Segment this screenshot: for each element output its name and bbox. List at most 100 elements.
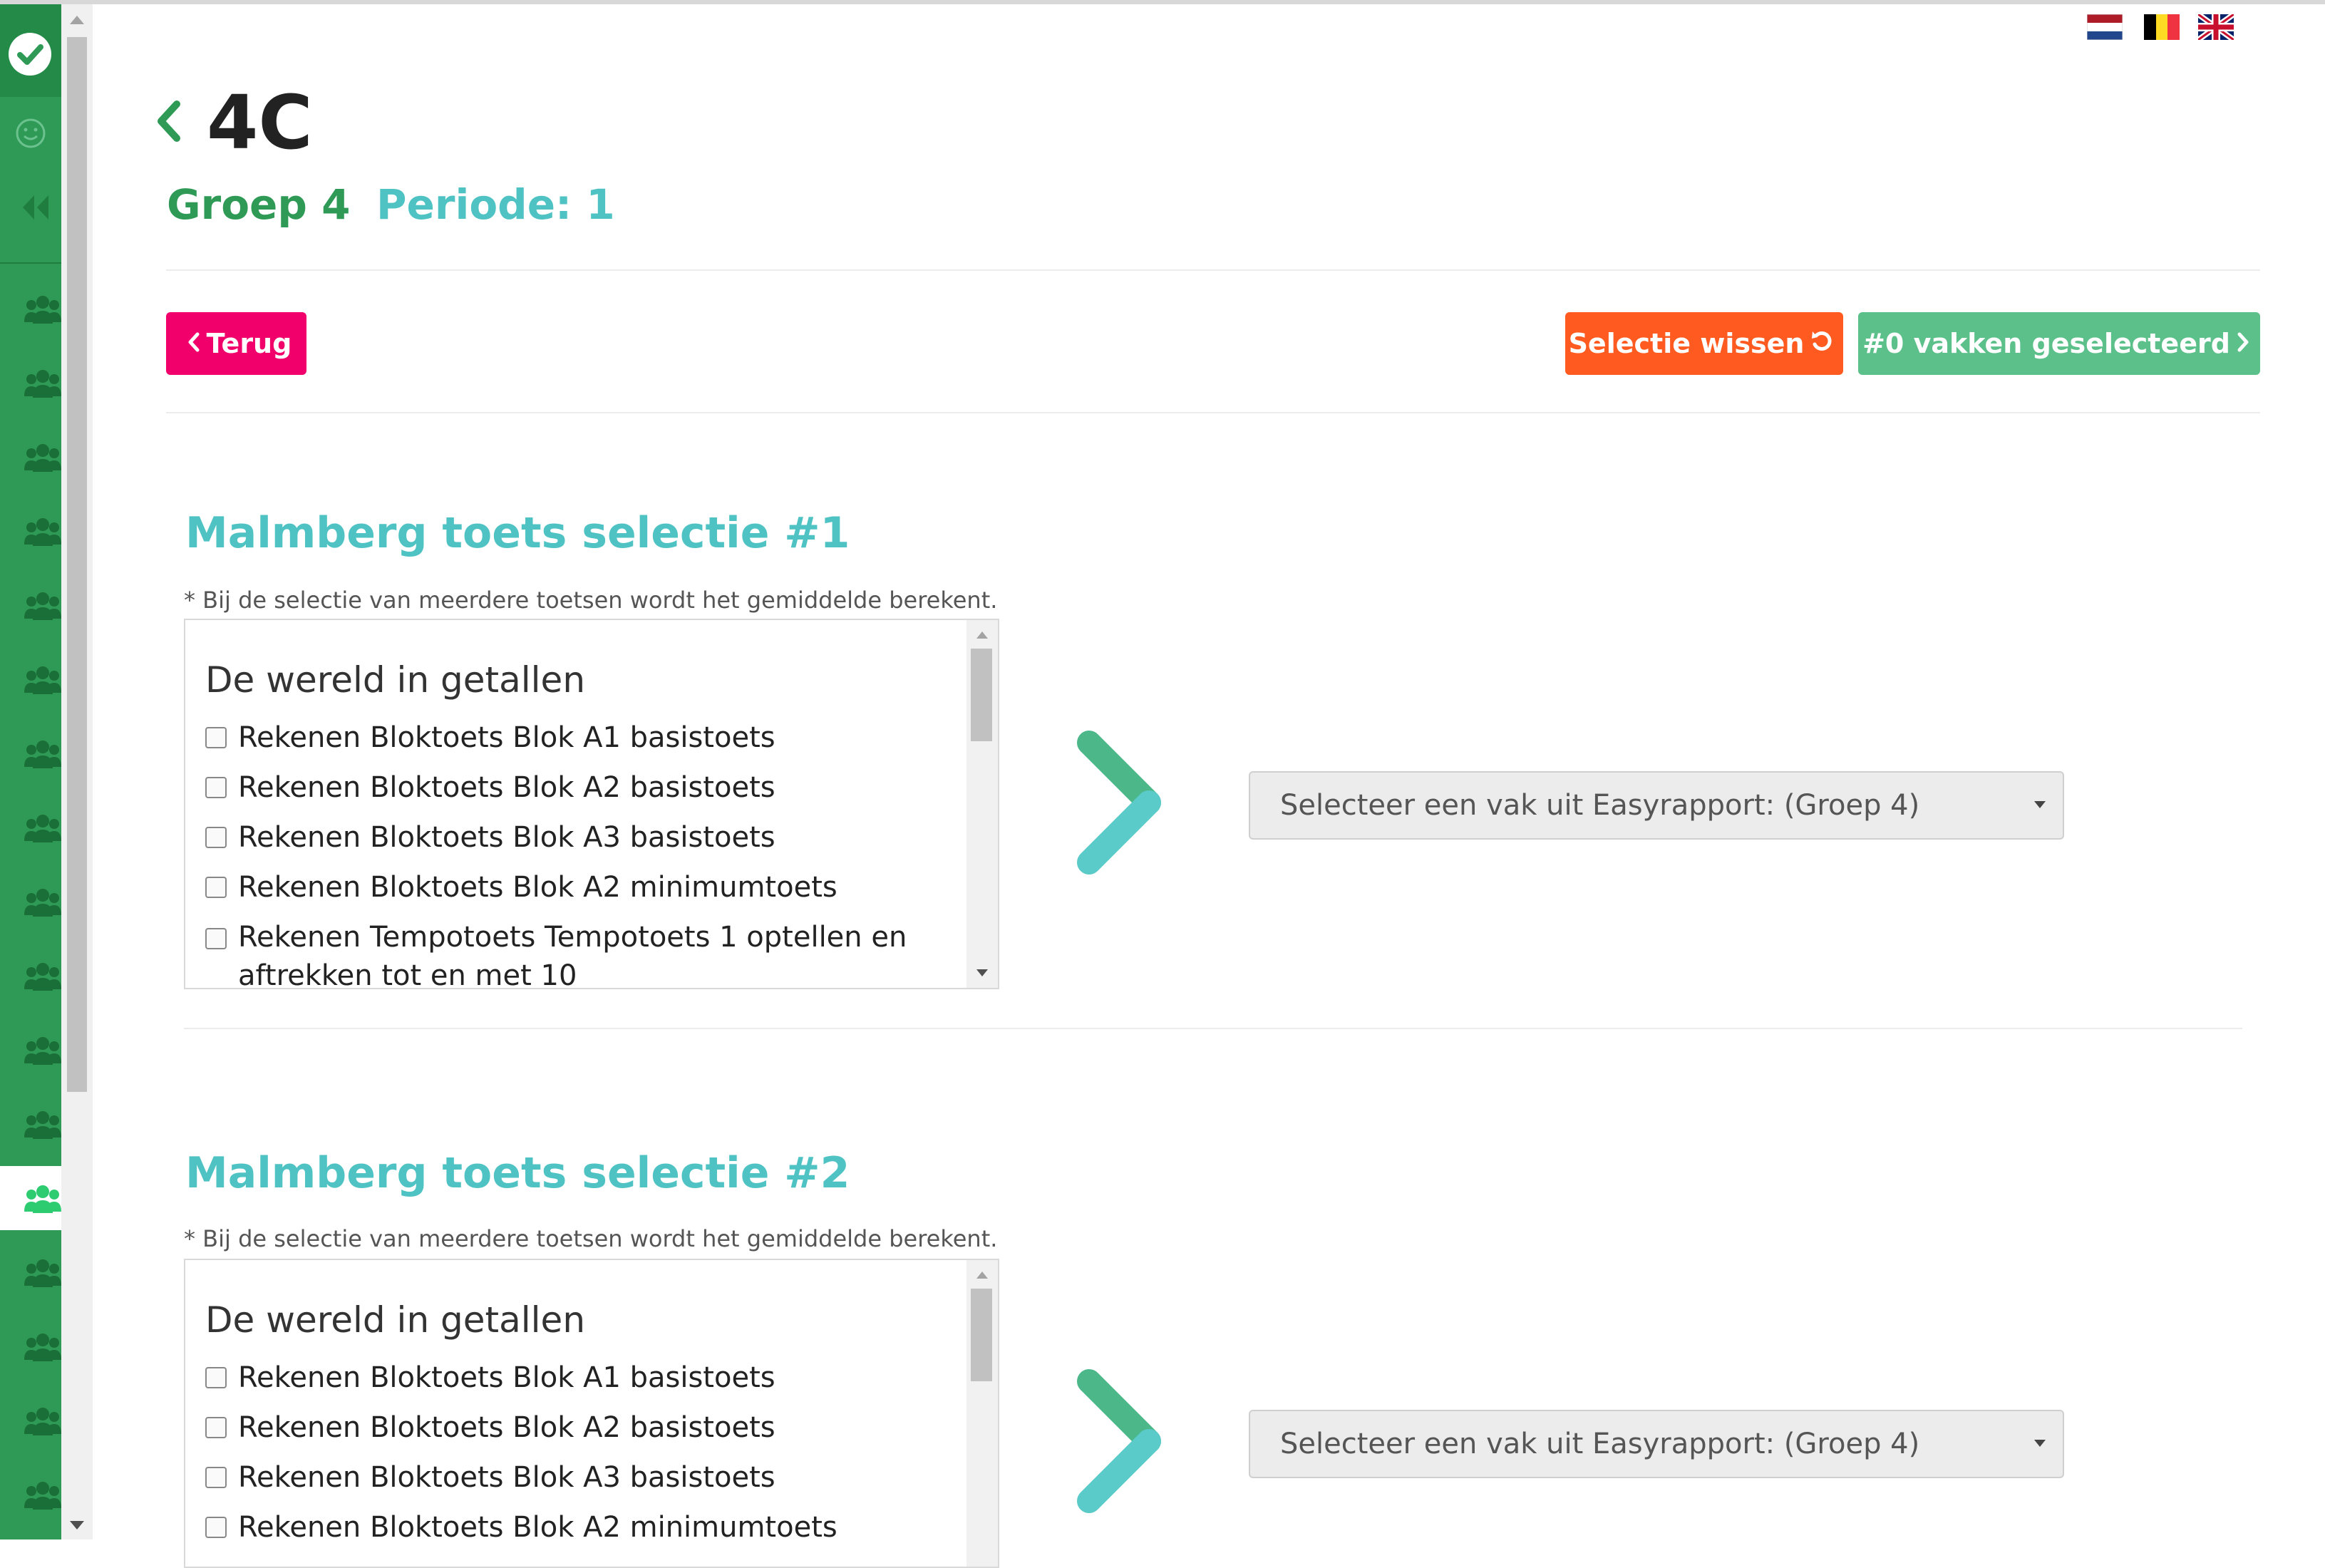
- list-item-label: Rekenen Bloktoets Blok A2 basistoets: [238, 1411, 775, 1444]
- list-item[interactable]: Rekenen Bloktoets Blok A2 basistoets: [205, 763, 954, 813]
- sidebar-item-group[interactable]: [0, 795, 61, 860]
- sidebar-item-group[interactable]: [0, 944, 61, 1008]
- sidebar-item-group[interactable]: [0, 277, 61, 341]
- users-icon: [24, 1111, 61, 1139]
- sidebar-divider: [0, 262, 61, 264]
- checkbox[interactable]: [205, 928, 227, 949]
- listbox-scrollbar[interactable]: [966, 1260, 998, 1567]
- list-item[interactable]: Rekenen Bloktoets Blok A3 basistoets: [205, 813, 954, 862]
- caret-down-icon: [2034, 1440, 2046, 1447]
- sidebar-item-group[interactable]: [0, 721, 61, 785]
- window-top-border: [0, 0, 2325, 4]
- users-icon: [24, 963, 61, 991]
- caret-down-icon: [2034, 801, 2046, 808]
- back-button[interactable]: Terug: [166, 312, 306, 375]
- section-title: Malmberg toets selectie #1: [185, 508, 850, 558]
- users-icon: [24, 1482, 61, 1510]
- check-icon[interactable]: [9, 33, 51, 76]
- chevron-left-icon: [187, 312, 201, 375]
- flag-be-icon[interactable]: [2144, 14, 2180, 40]
- scroll-up-arrow-icon[interactable]: [70, 16, 84, 24]
- list-item[interactable]: Rekenen Bloktoets Blok A1 basistoets: [205, 713, 954, 763]
- listbox-scrollbar[interactable]: [966, 620, 998, 988]
- list-item[interactable]: Rekenen Bloktoets Blok A2 minimumtoets: [205, 862, 954, 912]
- checkbox[interactable]: [205, 1417, 227, 1438]
- users-icon: [24, 1408, 61, 1435]
- checkbox[interactable]: [205, 827, 227, 848]
- chevron-right-icon: [2236, 312, 2250, 375]
- users-icon: [24, 518, 61, 546]
- period-label: Periode: 1: [376, 180, 615, 229]
- sidebar-item-group[interactable]: [0, 1388, 61, 1453]
- users-icon: [24, 1334, 61, 1361]
- flag-uk-icon[interactable]: [2198, 14, 2234, 40]
- checkbox[interactable]: [205, 727, 227, 748]
- scroll-up-arrow-icon[interactable]: [976, 631, 988, 639]
- scroll-up-arrow-icon[interactable]: [976, 1272, 988, 1279]
- back-button-label: Terug: [206, 328, 292, 359]
- scrollbar-thumb[interactable]: [67, 37, 87, 1092]
- sidebar-item-group[interactable]: [0, 870, 61, 934]
- listbox-scroll-thumb[interactable]: [971, 1289, 992, 1381]
- sidebar-item-group[interactable]: [0, 1166, 61, 1230]
- list-item[interactable]: Rekenen Tempotoets Tempotoets 1 optellen…: [205, 912, 954, 989]
- sidebar-item-group[interactable]: [0, 499, 61, 563]
- select-placeholder: Selecteer een vak uit Easyrapport: (Groe…: [1280, 789, 1920, 822]
- scroll-down-arrow-icon[interactable]: [976, 969, 988, 976]
- collapse-sidebar-icon[interactable]: [19, 191, 54, 227]
- sidebar-header: [0, 4, 61, 97]
- easyrapport-subject-select[interactable]: Selecteer een vak uit Easyrapport: (Groe…: [1249, 771, 2064, 840]
- list-item-label: Rekenen Tempotoets Tempotoets 1 optellen…: [238, 921, 907, 989]
- sidebar-item-group[interactable]: [0, 647, 61, 711]
- section-note: * Bij de selectie van meerdere toetsen w…: [184, 1225, 998, 1252]
- list-item-label: Rekenen Bloktoets Blok A1 basistoets: [238, 721, 775, 754]
- checkbox[interactable]: [205, 877, 227, 898]
- checkbox[interactable]: [205, 1517, 227, 1538]
- sidebar-item-group[interactable]: [0, 1240, 61, 1304]
- sidebar-item-group[interactable]: [0, 351, 61, 415]
- scroll-down-arrow-icon[interactable]: [70, 1521, 84, 1530]
- flag-nl-icon[interactable]: [2087, 14, 2123, 40]
- back-chevron-icon[interactable]: [154, 100, 182, 145]
- page-scrollbar[interactable]: [61, 4, 93, 1539]
- checkbox[interactable]: [205, 1367, 227, 1388]
- selected-subjects-label: #0 vakken geselecteerd: [1862, 328, 2230, 359]
- easyrapport-subject-select[interactable]: Selecteer een vak uit Easyrapport: (Groe…: [1249, 1410, 2064, 1478]
- selected-subjects-button[interactable]: #0 vakken geselecteerd: [1858, 312, 2260, 375]
- sidebar-item-group[interactable]: [0, 1463, 61, 1527]
- section-note: * Bij de selectie van meerdere toetsen w…: [184, 587, 998, 614]
- list-item[interactable]: Rekenen Bloktoets Blok A1 basistoets: [205, 1353, 954, 1403]
- checkbox[interactable]: [205, 777, 227, 798]
- test-listbox[interactable]: De wereld in getallen Rekenen Bloktoets …: [184, 1259, 999, 1568]
- page-title: 4C: [207, 79, 313, 166]
- users-icon: [24, 370, 61, 398]
- list-item[interactable]: Rekenen Bloktoets Blok A2 minimumtoets: [205, 1502, 954, 1552]
- users-icon: [24, 592, 61, 620]
- arrow-right-icon: [1075, 730, 1167, 878]
- list-item-label: Rekenen Bloktoets Blok A2 minimumtoets: [238, 871, 837, 904]
- test-listbox[interactable]: De wereld in getallen Rekenen Bloktoets …: [184, 619, 999, 989]
- sidebar: [0, 4, 61, 1539]
- users-icon: [24, 1037, 61, 1065]
- smiley-icon[interactable]: [14, 117, 47, 153]
- select-placeholder: Selecteer een vak uit Easyrapport: (Groe…: [1280, 1428, 1920, 1460]
- sidebar-item-group[interactable]: [0, 573, 61, 637]
- sidebar-item-group[interactable]: [0, 425, 61, 489]
- clear-selection-button[interactable]: Selectie wissen: [1565, 312, 1843, 375]
- list-item[interactable]: Rekenen Bloktoets Blok A3 basistoets: [205, 1453, 954, 1502]
- list-item[interactable]: Rekenen Bloktoets Blok A2 basistoets: [205, 1403, 954, 1453]
- list-item-label: Rekenen Bloktoets Blok A3 basistoets: [238, 821, 775, 854]
- section-title: Malmberg toets selectie #2: [185, 1148, 850, 1198]
- users-icon: [24, 815, 61, 842]
- users-icon: [24, 741, 61, 768]
- users-icon: [24, 444, 61, 472]
- arrow-right-icon: [1075, 1368, 1167, 1517]
- toolbar-divider: [166, 412, 2260, 413]
- list-item-label: Rekenen Bloktoets Blok A1 basistoets: [238, 1361, 775, 1394]
- checkbox[interactable]: [205, 1467, 227, 1488]
- sidebar-item-group[interactable]: [0, 1018, 61, 1082]
- sidebar-item-group[interactable]: [0, 1314, 61, 1378]
- list-item-label: Rekenen Bloktoets Blok A2 basistoets: [238, 771, 775, 804]
- listbox-scroll-thumb[interactable]: [971, 649, 992, 741]
- sidebar-item-group[interactable]: [0, 1092, 61, 1156]
